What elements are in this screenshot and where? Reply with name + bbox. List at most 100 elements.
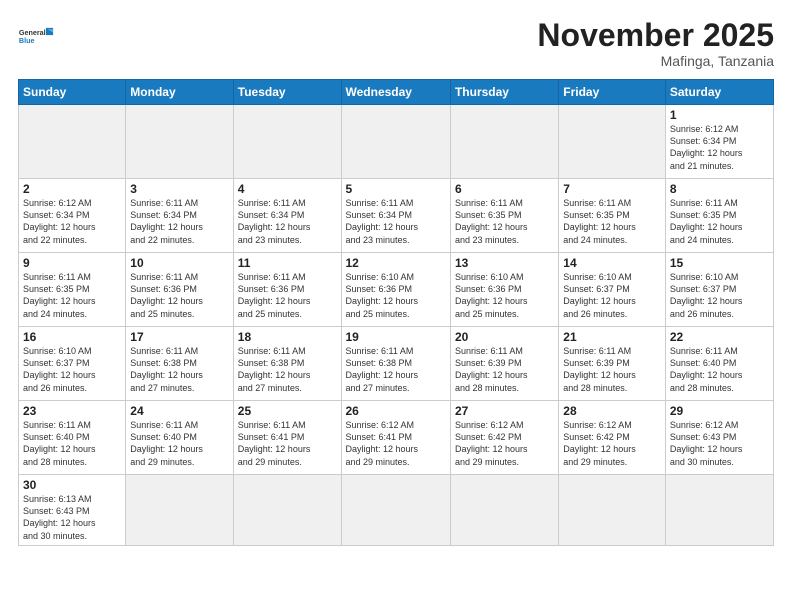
location: Mafinga, Tanzania (537, 53, 774, 69)
header-wednesday: Wednesday (341, 80, 450, 105)
day-number: 8 (670, 182, 769, 196)
day-number: 5 (346, 182, 446, 196)
week-row-0: 1Sunrise: 6:12 AM Sunset: 6:34 PM Daylig… (19, 105, 774, 179)
header-tuesday: Tuesday (233, 80, 341, 105)
calendar-cell: 29Sunrise: 6:12 AM Sunset: 6:43 PM Dayli… (665, 401, 773, 475)
day-number: 17 (130, 330, 228, 344)
header-thursday: Thursday (450, 80, 558, 105)
calendar-cell: 6Sunrise: 6:11 AM Sunset: 6:35 PM Daylig… (450, 179, 558, 253)
day-number: 15 (670, 256, 769, 270)
calendar-cell: 26Sunrise: 6:12 AM Sunset: 6:41 PM Dayli… (341, 401, 450, 475)
week-row-3: 16Sunrise: 6:10 AM Sunset: 6:37 PM Dayli… (19, 327, 774, 401)
calendar-cell: 8Sunrise: 6:11 AM Sunset: 6:35 PM Daylig… (665, 179, 773, 253)
day-number: 12 (346, 256, 446, 270)
day-info: Sunrise: 6:12 AM Sunset: 6:42 PM Dayligh… (563, 419, 661, 468)
day-number: 29 (670, 404, 769, 418)
day-info: Sunrise: 6:11 AM Sunset: 6:36 PM Dayligh… (238, 271, 337, 320)
calendar-cell: 5Sunrise: 6:11 AM Sunset: 6:34 PM Daylig… (341, 179, 450, 253)
day-info: Sunrise: 6:11 AM Sunset: 6:40 PM Dayligh… (130, 419, 228, 468)
day-info: Sunrise: 6:12 AM Sunset: 6:42 PM Dayligh… (455, 419, 554, 468)
day-number: 26 (346, 404, 446, 418)
day-info: Sunrise: 6:10 AM Sunset: 6:37 PM Dayligh… (670, 271, 769, 320)
day-info: Sunrise: 6:11 AM Sunset: 6:38 PM Dayligh… (130, 345, 228, 394)
day-number: 6 (455, 182, 554, 196)
day-info: Sunrise: 6:13 AM Sunset: 6:43 PM Dayligh… (23, 493, 121, 542)
day-info: Sunrise: 6:11 AM Sunset: 6:39 PM Dayligh… (455, 345, 554, 394)
day-number: 2 (23, 182, 121, 196)
calendar-cell: 28Sunrise: 6:12 AM Sunset: 6:42 PM Dayli… (559, 401, 666, 475)
calendar-cell (341, 475, 450, 546)
day-number: 27 (455, 404, 554, 418)
calendar-cell: 22Sunrise: 6:11 AM Sunset: 6:40 PM Dayli… (665, 327, 773, 401)
day-info: Sunrise: 6:11 AM Sunset: 6:41 PM Dayligh… (238, 419, 337, 468)
calendar-cell: 15Sunrise: 6:10 AM Sunset: 6:37 PM Dayli… (665, 253, 773, 327)
day-info: Sunrise: 6:11 AM Sunset: 6:38 PM Dayligh… (238, 345, 337, 394)
calendar-cell (19, 105, 126, 179)
day-info: Sunrise: 6:12 AM Sunset: 6:43 PM Dayligh… (670, 419, 769, 468)
day-info: Sunrise: 6:11 AM Sunset: 6:35 PM Dayligh… (455, 197, 554, 246)
calendar-cell (126, 475, 233, 546)
day-number: 10 (130, 256, 228, 270)
day-info: Sunrise: 6:11 AM Sunset: 6:35 PM Dayligh… (670, 197, 769, 246)
logo-icon: GeneralBlue (18, 18, 54, 54)
calendar-cell: 12Sunrise: 6:10 AM Sunset: 6:36 PM Dayli… (341, 253, 450, 327)
day-info: Sunrise: 6:12 AM Sunset: 6:34 PM Dayligh… (23, 197, 121, 246)
calendar-cell: 23Sunrise: 6:11 AM Sunset: 6:40 PM Dayli… (19, 401, 126, 475)
day-info: Sunrise: 6:11 AM Sunset: 6:36 PM Dayligh… (130, 271, 228, 320)
calendar-header-row: SundayMondayTuesdayWednesdayThursdayFrid… (19, 80, 774, 105)
day-number: 18 (238, 330, 337, 344)
page: GeneralBlue November 2025 Mafinga, Tanza… (0, 0, 792, 612)
calendar-cell (233, 105, 341, 179)
day-info: Sunrise: 6:11 AM Sunset: 6:40 PM Dayligh… (23, 419, 121, 468)
week-row-4: 23Sunrise: 6:11 AM Sunset: 6:40 PM Dayli… (19, 401, 774, 475)
calendar-cell (126, 105, 233, 179)
calendar-cell: 17Sunrise: 6:11 AM Sunset: 6:38 PM Dayli… (126, 327, 233, 401)
month-title: November 2025 (537, 18, 774, 53)
day-number: 28 (563, 404, 661, 418)
day-number: 23 (23, 404, 121, 418)
calendar-cell: 21Sunrise: 6:11 AM Sunset: 6:39 PM Dayli… (559, 327, 666, 401)
calendar-cell: 14Sunrise: 6:10 AM Sunset: 6:37 PM Dayli… (559, 253, 666, 327)
calendar-cell: 19Sunrise: 6:11 AM Sunset: 6:38 PM Dayli… (341, 327, 450, 401)
header-sunday: Sunday (19, 80, 126, 105)
day-info: Sunrise: 6:12 AM Sunset: 6:41 PM Dayligh… (346, 419, 446, 468)
svg-text:General: General (19, 28, 46, 37)
calendar-cell: 4Sunrise: 6:11 AM Sunset: 6:34 PM Daylig… (233, 179, 341, 253)
calendar-cell: 27Sunrise: 6:12 AM Sunset: 6:42 PM Dayli… (450, 401, 558, 475)
day-number: 22 (670, 330, 769, 344)
calendar-cell: 7Sunrise: 6:11 AM Sunset: 6:35 PM Daylig… (559, 179, 666, 253)
calendar-cell (233, 475, 341, 546)
day-info: Sunrise: 6:12 AM Sunset: 6:34 PM Dayligh… (670, 123, 769, 172)
calendar-cell: 11Sunrise: 6:11 AM Sunset: 6:36 PM Dayli… (233, 253, 341, 327)
calendar-cell (559, 105, 666, 179)
day-info: Sunrise: 6:11 AM Sunset: 6:35 PM Dayligh… (23, 271, 121, 320)
calendar-cell (450, 105, 558, 179)
header: GeneralBlue November 2025 Mafinga, Tanza… (18, 18, 774, 69)
calendar-cell (450, 475, 558, 546)
header-saturday: Saturday (665, 80, 773, 105)
calendar-cell: 30Sunrise: 6:13 AM Sunset: 6:43 PM Dayli… (19, 475, 126, 546)
calendar-cell: 20Sunrise: 6:11 AM Sunset: 6:39 PM Dayli… (450, 327, 558, 401)
day-number: 7 (563, 182, 661, 196)
day-number: 11 (238, 256, 337, 270)
day-number: 24 (130, 404, 228, 418)
calendar-cell: 13Sunrise: 6:10 AM Sunset: 6:36 PM Dayli… (450, 253, 558, 327)
logo: GeneralBlue (18, 18, 54, 54)
calendar-cell (559, 475, 666, 546)
day-info: Sunrise: 6:10 AM Sunset: 6:37 PM Dayligh… (23, 345, 121, 394)
calendar-cell: 1Sunrise: 6:12 AM Sunset: 6:34 PM Daylig… (665, 105, 773, 179)
calendar-cell: 18Sunrise: 6:11 AM Sunset: 6:38 PM Dayli… (233, 327, 341, 401)
day-info: Sunrise: 6:11 AM Sunset: 6:39 PM Dayligh… (563, 345, 661, 394)
calendar-cell (341, 105, 450, 179)
day-number: 30 (23, 478, 121, 492)
day-info: Sunrise: 6:11 AM Sunset: 6:35 PM Dayligh… (563, 197, 661, 246)
day-info: Sunrise: 6:11 AM Sunset: 6:34 PM Dayligh… (130, 197, 228, 246)
calendar-cell: 24Sunrise: 6:11 AM Sunset: 6:40 PM Dayli… (126, 401, 233, 475)
calendar-cell: 3Sunrise: 6:11 AM Sunset: 6:34 PM Daylig… (126, 179, 233, 253)
day-info: Sunrise: 6:11 AM Sunset: 6:34 PM Dayligh… (346, 197, 446, 246)
day-number: 16 (23, 330, 121, 344)
header-friday: Friday (559, 80, 666, 105)
week-row-5: 30Sunrise: 6:13 AM Sunset: 6:43 PM Dayli… (19, 475, 774, 546)
day-info: Sunrise: 6:11 AM Sunset: 6:34 PM Dayligh… (238, 197, 337, 246)
calendar-cell: 10Sunrise: 6:11 AM Sunset: 6:36 PM Dayli… (126, 253, 233, 327)
